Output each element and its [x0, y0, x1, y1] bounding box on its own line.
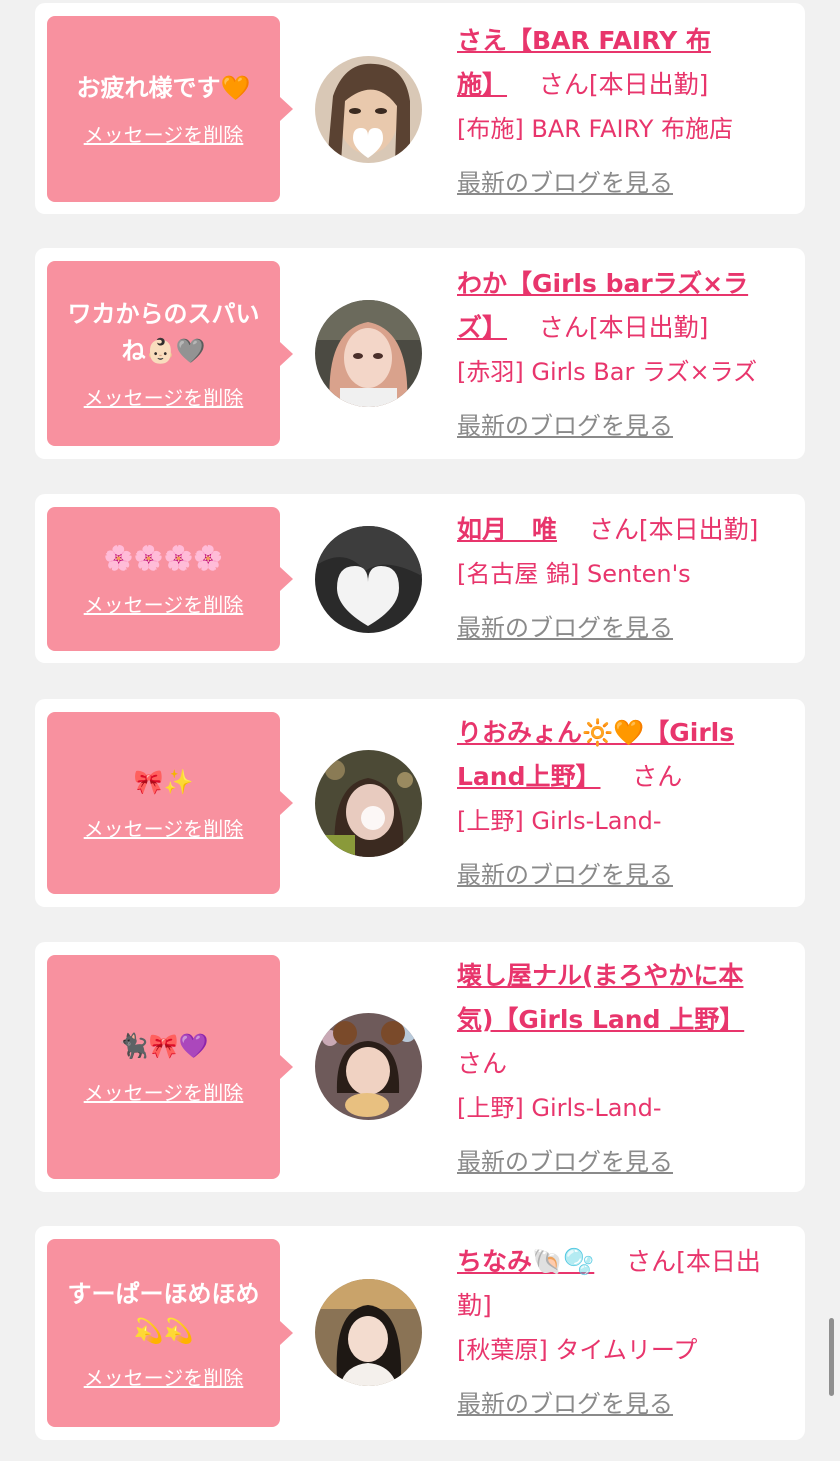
- avatar[interactable]: [315, 1279, 422, 1386]
- message-text-cont: ね👶🏻🩶: [121, 337, 206, 365]
- latest-blog-link[interactable]: 最新のブログを見る: [457, 1142, 673, 1177]
- cast-name-link[interactable]: りおみょん🔆🧡【Girls: [457, 718, 734, 747]
- cast-status: さん[本日出勤]: [538, 70, 709, 99]
- message-text-cont: 💫💫: [133, 1316, 194, 1345]
- latest-blog-link[interactable]: 最新のブログを見る: [457, 855, 673, 890]
- cast-info: 壊し屋ナル(まろやかに本 気)【Girls Land 上野】 さん [上野] G…: [457, 954, 787, 1177]
- delete-message-link[interactable]: メッセージを削除: [84, 1077, 244, 1106]
- avatar[interactable]: [315, 526, 422, 633]
- avatar-woman-pink-hair-icon: [315, 300, 422, 407]
- shop-name: [上野] Girls-Land-: [457, 807, 662, 835]
- cast-name-link[interactable]: わか【Girls barラズ×ラ: [457, 269, 748, 298]
- cast-info: さえ【BAR FAIRY 布 施】 さん[本日出勤] [布施] BAR FAIR…: [457, 19, 787, 198]
- shop-name: [布施] BAR FAIRY 布施店: [457, 115, 734, 143]
- avatar-woman-bear-ears-icon: [315, 1013, 422, 1120]
- avatar[interactable]: [315, 56, 422, 163]
- message-bubble: 🎀✨ メッセージを削除: [47, 712, 293, 894]
- cast-name-link[interactable]: 壊し屋ナル(まろやかに本: [457, 961, 743, 990]
- delete-message-link[interactable]: メッセージを削除: [84, 119, 244, 148]
- cast-status-cont: 勤]: [457, 1291, 492, 1320]
- message-text: ワカからのスパい: [67, 300, 260, 328]
- shop-name: [赤羽] Girls Bar ラズ×ラズ: [457, 358, 758, 386]
- message-card: すーぱーほめほめ 💫💫 メッセージを削除 ちなみ🐚🫧 さん[本日出 勤] [秋葉…: [35, 1226, 805, 1440]
- message-bubble: すーぱーほめほめ 💫💫 メッセージを削除: [47, 1239, 293, 1427]
- message-bubble: 🐈‍⬛🎀💜 メッセージを削除: [47, 955, 293, 1179]
- message-bubble: お疲れ様です🧡 メッセージを削除: [47, 16, 293, 202]
- message-text: 🌸🌸🌸🌸: [103, 544, 224, 572]
- latest-blog-link[interactable]: 最新のブログを見る: [457, 608, 673, 643]
- cast-status: さん: [632, 762, 683, 791]
- cast-status: さん[本日出: [626, 1247, 761, 1276]
- cast-name-link-cont[interactable]: ズ】: [457, 313, 507, 342]
- avatar-woman-blurred-icon: [315, 750, 422, 857]
- shop-name: [秋葉原] タイムリープ: [457, 1336, 698, 1364]
- cast-status: さん[本日出勤]: [588, 515, 759, 544]
- message-card: 🎀✨ メッセージを削除 りおみょん🔆🧡【Girls Land上野】 さん [上野…: [35, 699, 805, 907]
- message-card: 🐈‍⬛🎀💜 メッセージを削除 壊し屋ナル(まろやかに本 気)【Girls Lan…: [35, 942, 805, 1192]
- delete-message-link[interactable]: メッセージを削除: [84, 382, 244, 411]
- message-text: すーぱーほめほめ: [67, 1279, 260, 1308]
- shop-name: [名古屋 錦] Senten's: [457, 560, 691, 588]
- latest-blog-link[interactable]: 最新のブログを見る: [457, 163, 673, 198]
- scrollbar[interactable]: [829, 1318, 834, 1396]
- message-card: 🌸🌸🌸🌸 メッセージを削除 如月 唯 さん[本日出勤] [名古屋 錦] Sent…: [35, 494, 805, 663]
- avatar-woman-heart-sticker-icon: [315, 56, 422, 163]
- message-bubble: ワカからのスパい ね👶🏻🩶 メッセージを削除: [47, 261, 293, 446]
- latest-blog-link[interactable]: 最新のブログを見る: [457, 406, 673, 441]
- message-text: 🎀✨: [133, 768, 194, 796]
- delete-message-link[interactable]: メッセージを削除: [84, 1362, 244, 1391]
- cast-info: りおみょん🔆🧡【Girls Land上野】 さん [上野] Girls-Land…: [457, 711, 787, 890]
- delete-message-link[interactable]: メッセージを削除: [84, 813, 244, 842]
- message-card: ワカからのスパい ね👶🏻🩶 メッセージを削除 わか【Girls barラズ×ラ …: [35, 248, 805, 459]
- cast-status: さん: [457, 1049, 508, 1078]
- message-card: お疲れ様です🧡 メッセージを削除 さえ【BAR FAIRY 布 施】 さん[本日…: [35, 3, 805, 214]
- cast-name-link-cont[interactable]: 施】: [457, 70, 507, 99]
- message-text: 🐈‍⬛🎀💜: [118, 1032, 209, 1060]
- cast-info: ちなみ🐚🫧 さん[本日出 勤] [秋葉原] タイムリープ 最新のブログを見る: [457, 1240, 787, 1419]
- message-bubble: 🌸🌸🌸🌸 メッセージを削除: [47, 507, 293, 651]
- avatar-woman-dark-hair-icon: [315, 1279, 422, 1386]
- cast-status: さん[本日出勤]: [538, 313, 709, 342]
- avatar-heart-sticker-icon: [315, 526, 422, 633]
- cast-info: 如月 唯 さん[本日出勤] [名古屋 錦] Senten's 最新のブログを見る: [457, 508, 787, 643]
- cast-name-link[interactable]: ちなみ🐚🫧: [457, 1247, 594, 1276]
- cast-name-link[interactable]: 如月 唯: [457, 515, 557, 544]
- avatar[interactable]: [315, 1013, 422, 1120]
- latest-blog-link[interactable]: 最新のブログを見る: [457, 1384, 673, 1419]
- message-text: お疲れ様です🧡: [76, 74, 251, 102]
- shop-name: [上野] Girls-Land-: [457, 1094, 662, 1122]
- cast-name-link-cont[interactable]: 気)【Girls Land 上野】: [457, 1005, 744, 1034]
- cast-info: わか【Girls barラズ×ラ ズ】 さん[本日出勤] [赤羽] Girls …: [457, 262, 787, 441]
- delete-message-link[interactable]: メッセージを削除: [84, 589, 244, 618]
- cast-name-link-cont[interactable]: Land上野】: [457, 762, 601, 791]
- cast-name-link[interactable]: さえ【BAR FAIRY 布: [457, 26, 711, 55]
- avatar[interactable]: [315, 750, 422, 857]
- avatar[interactable]: [315, 300, 422, 407]
